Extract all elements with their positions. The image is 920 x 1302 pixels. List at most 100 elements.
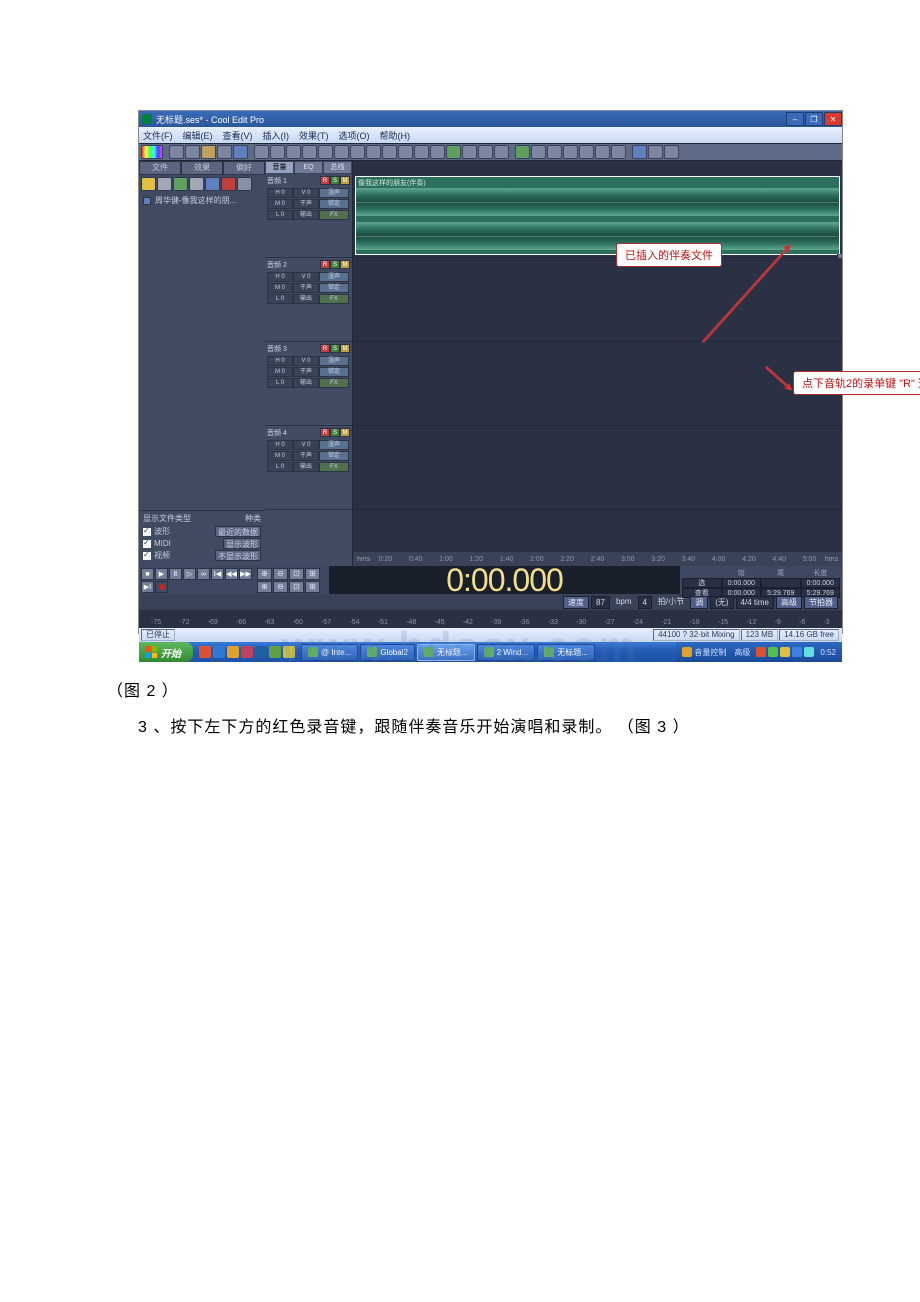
track-m-field[interactable]: M 0 [267,283,293,293]
quick-icon-1[interactable] [199,646,211,658]
sidebar-options-button[interactable] [221,177,236,191]
toolbar-zoom-sel[interactable] [494,145,509,159]
time-ruler[interactable]: hms 0:200:401:001:201:402:002:202:403:00… [353,552,842,566]
track-lane-4[interactable] [353,426,842,510]
track-h-field[interactable]: H 0 [267,188,293,198]
rewind-button[interactable]: ◀◀ [225,568,238,580]
quick-icon-4[interactable] [241,646,253,658]
menu-effects[interactable]: 效果(T) [299,129,329,142]
toolbar-help[interactable] [664,145,679,159]
taskbar-item[interactable]: Global2 [360,644,415,661]
toolbar-crossfade[interactable] [547,145,562,159]
recent-dropdown[interactable]: 最近的数据 [215,526,261,537]
lane-resize-handle[interactable] [837,254,842,258]
toolbar-mode-button[interactable] [141,145,163,159]
track-wet-field[interactable]: 湿声 [319,356,349,366]
tray-icon-4[interactable] [792,647,802,657]
menu-file[interactable]: 文件(F) [143,129,173,142]
track-m-field[interactable]: M 0 [267,451,293,461]
toolbar-open[interactable] [185,145,200,159]
track-h-field[interactable]: H 0 [267,440,293,450]
checkbox-midi[interactable] [143,540,151,548]
tempo-bpm[interactable]: 87 [591,596,610,609]
sidebar-fullpath-button[interactable] [205,177,220,191]
toolbar-btn-d[interactable] [414,145,429,159]
track-record-button[interactable]: R [320,176,330,185]
audio-clip[interactable]: 像我这样的朋友(伴奏) [355,176,840,255]
key-dropdown[interactable]: (无) [710,596,733,609]
sidebar-help-button[interactable] [237,177,252,191]
track-dry-field[interactable]: 干声 [293,367,319,377]
track-lock-field[interactable]: 锁定 [319,451,349,461]
level-meter[interactable]: -75-72-69-66-63-60-57-54-51-48-45-42-39-… [139,610,842,628]
loop-button[interactable]: ∞ [197,568,210,580]
track-solo-button[interactable]: S [330,176,340,185]
track-out-field[interactable]: 输出 [293,462,319,472]
record-button[interactable] [155,581,168,593]
track-lane-3[interactable] [353,342,842,426]
track-dry-field[interactable]: 干声 [293,451,319,461]
play-selection-button[interactable]: ▷ [183,568,196,580]
tray-icon-1[interactable] [756,647,766,657]
tray-icon-2[interactable] [768,647,778,657]
track-fx-field[interactable]: FX [319,462,349,472]
sidebar-tab-effects[interactable]: 效果 [181,161,223,175]
toolbar-open-session[interactable] [201,145,216,159]
zoom-full-button[interactable]: ⊡ [289,568,304,580]
track-h-field[interactable]: H 0 [267,356,293,366]
menu-edit[interactable]: 编辑(E) [183,129,213,142]
menu-insert[interactable]: 插入(I) [263,129,290,142]
track-lane-2[interactable] [353,258,842,342]
forward-button[interactable]: ▶▶ [239,568,252,580]
track-tab-bus[interactable]: 总线 [323,161,352,174]
track-record-button[interactable]: R [320,260,330,269]
toolbar-lock[interactable] [579,145,594,159]
track-l-field[interactable]: L 0 [267,378,293,388]
zoom-in-button[interactable]: ⊕ [257,568,272,580]
metronome-button[interactable]: 节拍器 [804,596,838,609]
track-tab-vol[interactable]: 音量 [265,161,294,174]
quick-icon-3[interactable] [227,646,239,658]
toolbar-cut[interactable] [254,145,269,159]
toolbar-undo[interactable] [318,145,333,159]
sidebar-open-button[interactable] [141,177,156,191]
track-fx-field[interactable]: FX [319,378,349,388]
zoom-selz-button[interactable]: ⊞ [305,581,320,593]
vzoom-in-button[interactable]: ⊕ [257,581,272,593]
quick-icon-7[interactable] [283,646,295,658]
menu-help[interactable]: 帮助(H) [380,129,411,142]
toolbar-new[interactable] [169,145,184,159]
track-mute-button[interactable]: M [340,428,350,437]
start-button[interactable]: 开始 [139,642,193,662]
zoom-out-button[interactable]: ⊖ [273,568,288,580]
checkbox-video[interactable] [143,552,151,560]
toolbar-paste[interactable] [286,145,301,159]
file-item[interactable]: 周华健-像我这样的朋... [143,195,261,206]
menu-options[interactable]: 选项(O) [339,129,370,142]
track-fx-field[interactable]: FX [319,294,349,304]
file-list[interactable]: 周华健-像我这样的朋... [139,191,265,510]
track-lane-1[interactable]: 像我这样的朋友(伴奏) [353,174,842,258]
showwave-dropdown[interactable]: 显示波形 [223,538,261,549]
track-v-field[interactable]: V 0 [293,188,319,198]
track-lock-field[interactable]: 锁定 [319,283,349,293]
hidewave-dropdown[interactable]: 不显示波形 [215,550,261,561]
goto-begin-button[interactable]: Ⅰ◀ [211,568,224,580]
play-button[interactable]: ▶ [155,568,168,580]
track-dry-field[interactable]: 干声 [293,199,319,209]
vzoom-full-button[interactable]: ⊡ [289,581,304,593]
toolbar-btn-c[interactable] [398,145,413,159]
goto-end-button[interactable]: ▶Ⅰ [141,581,154,593]
toolbar-snap[interactable] [531,145,546,159]
toolbar-cd[interactable] [611,145,626,159]
taskbar-item[interactable]: @ Inte... [301,644,358,661]
taskbar-item[interactable]: 无标题... [537,644,595,661]
track-lock-field[interactable]: 锁定 [319,199,349,209]
tray-icon-vol[interactable] [682,647,692,657]
toolbar-zoom-in[interactable] [462,145,477,159]
track-wet-field[interactable]: 湿声 [319,440,349,450]
track-solo-button[interactable]: S [330,428,340,437]
taskbar-item[interactable]: 2 Wind... [477,644,536,661]
tray-icon-3[interactable] [780,647,790,657]
toolbar-env[interactable] [563,145,578,159]
